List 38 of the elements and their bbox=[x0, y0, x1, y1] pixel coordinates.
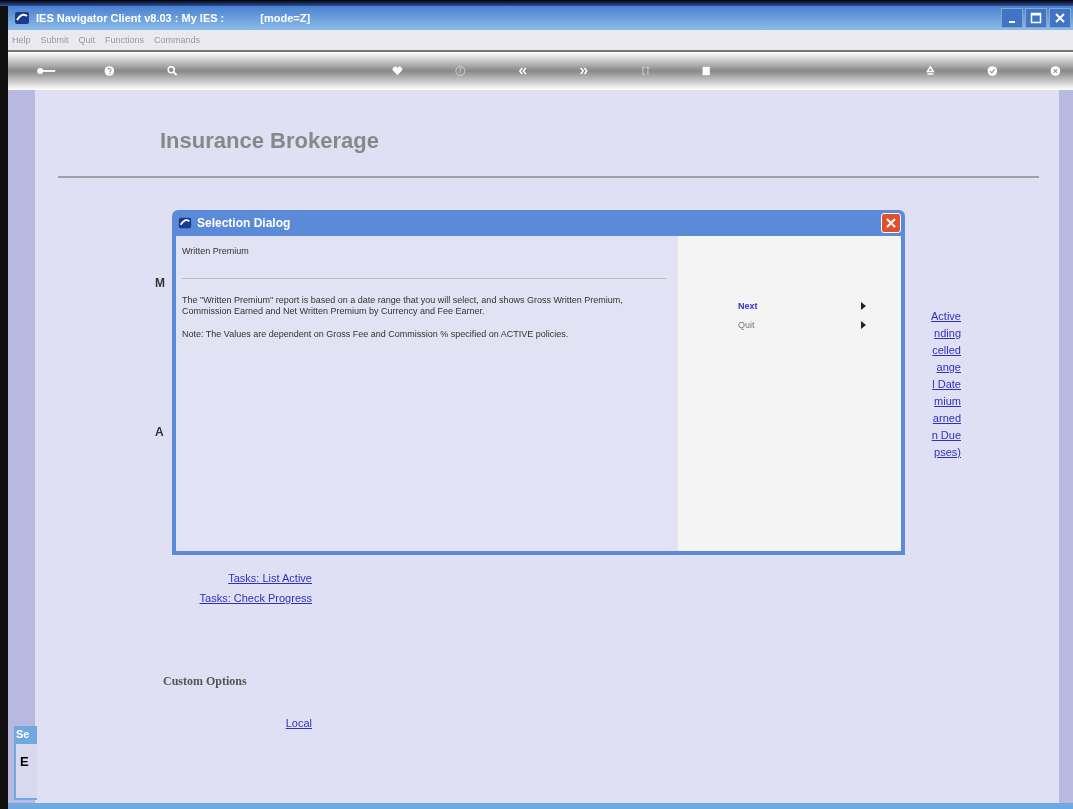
close-icon bbox=[1054, 12, 1066, 24]
description-text: Note: The Values are dependent on Gross Fee and Commission % specified on ACTIVE policies. bbox=[182, 328, 570, 340]
section-label: A bbox=[155, 425, 165, 439]
close-icon bbox=[886, 218, 896, 228]
arrow-icon bbox=[861, 320, 866, 329]
custom-options-heading: Custom Options bbox=[163, 674, 248, 689]
custom-link[interactable]: Local bbox=[285, 717, 312, 729]
arrow-icon bbox=[861, 301, 866, 310]
minimize-button[interactable] bbox=[1001, 8, 1023, 28]
description-text: The "Written Premium" report is based on a date range that you will select, and shows Gross Written Premium, Commission Earned and Net Written Premium by Currency and Fee Earner. bbox=[182, 295, 624, 318]
report-link[interactable]: mium bbox=[934, 395, 961, 407]
dialog-title: Selection Dialog bbox=[197, 216, 291, 230]
side-window-text: E bbox=[20, 754, 29, 769]
task-link[interactable]: Tasks: Check Progress bbox=[199, 592, 312, 604]
report-link[interactable]: n Due bbox=[931, 429, 961, 441]
report-link[interactable]: celled bbox=[932, 344, 961, 356]
window-mode: [mode=Z] bbox=[260, 12, 311, 24]
report-link[interactable]: pses) bbox=[934, 446, 961, 458]
action-item[interactable]: Next bbox=[738, 296, 866, 315]
report-link[interactable]: l Date bbox=[932, 378, 961, 390]
close-button[interactable] bbox=[1049, 8, 1071, 28]
action-item[interactable]: Quit bbox=[738, 315, 866, 334]
page-heading: Insurance Brokerage bbox=[160, 128, 380, 154]
window-title: IES Navigator Client v8.03 : My IES : bbox=[36, 12, 225, 24]
report-link[interactable]: Active bbox=[931, 310, 961, 322]
section-label: M bbox=[155, 276, 165, 290]
maximize-icon bbox=[1030, 12, 1042, 24]
dialog-close-button[interactable] bbox=[881, 213, 901, 233]
maximize-button[interactable] bbox=[1025, 8, 1047, 28]
report-link[interactable]: ange bbox=[936, 361, 961, 373]
dialog-subtitle: Written Premium bbox=[182, 246, 250, 256]
report-link[interactable]: arned bbox=[932, 412, 961, 424]
task-link[interactable]: Tasks: List Active bbox=[228, 572, 312, 584]
minimize-icon bbox=[1009, 21, 1015, 23]
side-window-title: Se bbox=[16, 728, 37, 744]
app-logo-icon bbox=[14, 10, 30, 26]
report-link[interactable]: nding bbox=[934, 327, 961, 339]
dialog-logo-icon bbox=[178, 216, 192, 230]
